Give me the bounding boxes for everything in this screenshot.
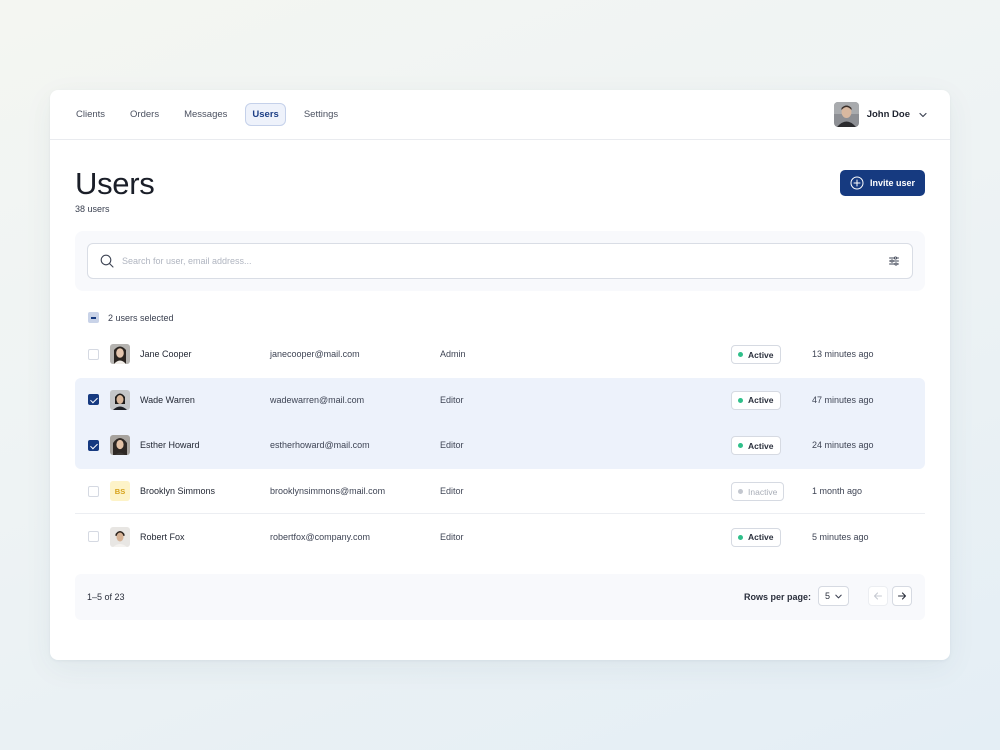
prev-page-button[interactable] — [868, 586, 888, 606]
table-row[interactable]: BS Brooklyn Simmons brooklynsimmons@mail… — [75, 469, 925, 515]
plus-circle-icon — [850, 176, 864, 190]
tab-clients[interactable]: Clients — [69, 103, 112, 127]
top-nav: Clients Orders Messages Users Settings J… — [50, 90, 950, 140]
rows-per-page-label: Rows per page: — [743, 592, 811, 602]
page-title: Users — [75, 166, 155, 201]
user-menu[interactable]: John Doe — [833, 102, 928, 127]
status-badge: Active — [731, 527, 781, 547]
arrow-left-icon — [873, 592, 883, 600]
status-dot — [738, 534, 743, 540]
avatar — [110, 344, 130, 365]
status-dot — [738, 352, 743, 358]
status-label: Active — [748, 532, 774, 543]
user-name: Robert Fox — [140, 531, 185, 542]
select-all-checkbox[interactable] — [88, 312, 99, 323]
last-active: 24 minutes ago — [812, 440, 874, 451]
status-badge: Active — [731, 436, 781, 456]
chevron-down-icon — [919, 112, 927, 117]
last-active: 47 minutes ago — [812, 394, 874, 405]
table-row[interactable]: Esther Howard estherhoward@mail.com Edit… — [75, 423, 925, 469]
rows-per-page-select[interactable]: 5 — [818, 586, 849, 606]
user-role: Admin — [440, 349, 466, 360]
user-name: Brooklyn Simmons — [140, 486, 216, 497]
user-role: Editor — [440, 531, 464, 542]
row-checkbox[interactable] — [88, 394, 99, 406]
user-role: Editor — [440, 440, 464, 451]
table-row[interactable]: Jane Cooper janecooper@mail.com Admin Ac… — [75, 332, 925, 378]
row-checkbox[interactable] — [88, 348, 99, 360]
user-email: estherhoward@mail.com — [270, 440, 370, 451]
users-panel: Clients Orders Messages Users Settings J… — [50, 90, 950, 660]
search-input[interactable] — [122, 256, 888, 266]
last-active: 5 minutes ago — [812, 531, 869, 542]
user-email: robertfox@company.com — [270, 531, 371, 542]
selection-count: 2 users selected — [108, 312, 174, 323]
table-row[interactable]: Robert Fox robertfox@company.com Editor … — [75, 514, 925, 560]
current-user-name: John Doe — [866, 109, 910, 120]
status-badge: Active — [731, 345, 781, 365]
tab-users[interactable]: Users — [245, 102, 286, 127]
user-name: Jane Cooper — [140, 349, 192, 360]
status-dot — [738, 397, 743, 403]
last-active: 1 month ago — [812, 486, 863, 497]
page-range: 1–5 of 23 — [87, 592, 125, 602]
status-dot — [738, 489, 743, 495]
tab-settings[interactable]: Settings — [297, 103, 345, 127]
tab-orders[interactable]: Orders — [123, 103, 166, 127]
status-label: Active — [748, 349, 774, 360]
last-active: 13 minutes ago — [812, 349, 874, 360]
chevron-down-icon — [835, 594, 842, 598]
user-name: Esther Howard — [140, 440, 200, 451]
row-checkbox[interactable] — [88, 531, 99, 543]
search-box — [87, 243, 913, 279]
table-row[interactable]: Wade Warren wadewarren@mail.com Editor A… — [75, 377, 925, 424]
avatar — [110, 526, 130, 547]
status-label: Active — [748, 440, 774, 451]
status-label: Inactive — [748, 486, 778, 497]
current-user-avatar — [833, 102, 859, 127]
status-dot — [738, 443, 743, 449]
user-email: wadewarren@mail.com — [270, 394, 365, 405]
user-role: Editor — [440, 394, 464, 405]
status-badge: Active — [731, 390, 781, 410]
next-page-button[interactable] — [892, 586, 912, 606]
user-name: Wade Warren — [140, 394, 195, 405]
status-badge: Inactive — [731, 482, 785, 502]
nav-tabs: Clients Orders Messages Users Settings — [69, 102, 345, 127]
sliders-icon[interactable] — [888, 255, 900, 267]
invite-user-button[interactable]: Invite user — [840, 170, 925, 196]
user-count: 38 users — [75, 204, 110, 214]
pagination-bar: 1–5 of 23 Rows per page: 5 — [75, 574, 925, 620]
row-checkbox[interactable] — [88, 485, 99, 497]
tab-messages[interactable]: Messages — [177, 103, 234, 127]
rows-per-page-value: 5 — [825, 591, 831, 601]
row-checkbox[interactable] — [88, 439, 99, 451]
arrow-right-icon — [897, 592, 907, 600]
avatar-initials: BS — [110, 481, 130, 502]
status-label: Active — [748, 395, 774, 406]
avatar — [110, 435, 130, 456]
user-role: Editor — [440, 486, 464, 497]
selection-bar: 2 users selected — [88, 312, 174, 323]
user-email: janecooper@mail.com — [270, 349, 360, 360]
avatar — [110, 389, 130, 410]
user-email: brooklynsimmons@mail.com — [270, 486, 386, 497]
search-icon — [100, 254, 114, 268]
users-table: Jane Cooper janecooper@mail.com Admin Ac… — [75, 332, 925, 560]
search-area — [75, 231, 925, 291]
invite-user-label: Invite user — [869, 178, 916, 188]
